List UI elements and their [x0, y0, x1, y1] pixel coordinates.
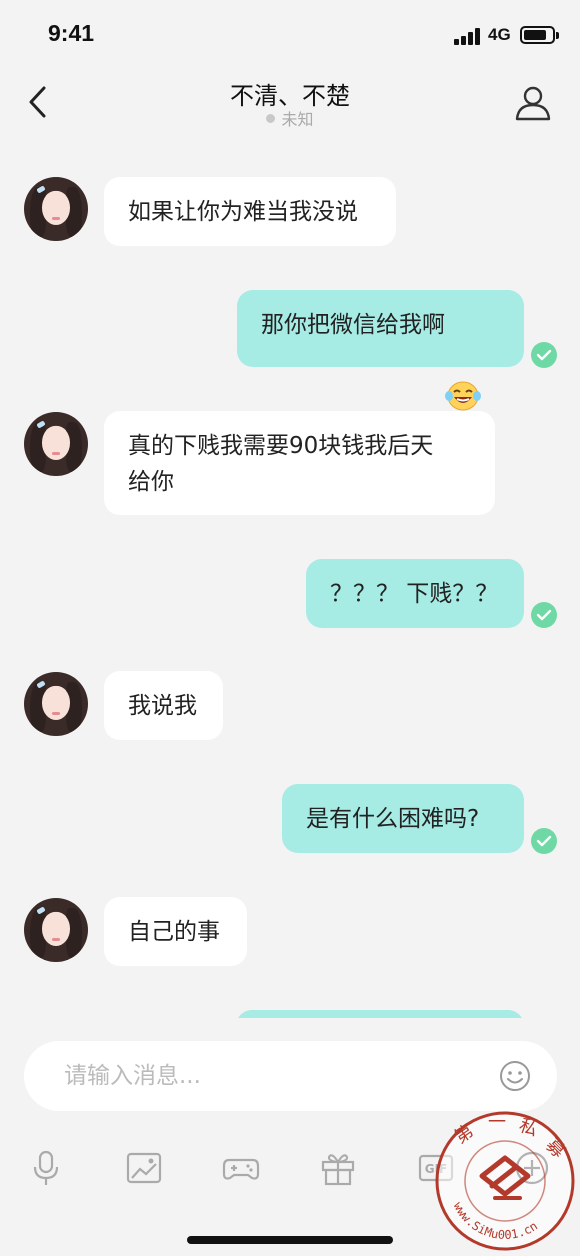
profile-button[interactable]: [514, 84, 552, 122]
outgoing-message[interactable]: ？？？ 下贱？？: [306, 559, 524, 628]
contact-avatar[interactable]: [24, 177, 88, 241]
image-icon: [126, 1152, 162, 1184]
contact-avatar[interactable]: [24, 412, 88, 476]
read-receipt-icon: [531, 828, 557, 854]
outgoing-message-partial[interactable]: [236, 1010, 524, 1018]
contact-avatar[interactable]: [24, 898, 88, 962]
watermark-stamp: 第 一 私 募 www.SiMu001.cn: [430, 1106, 580, 1256]
photo-button[interactable]: [124, 1148, 164, 1188]
contact-status-label: 未知: [281, 110, 314, 129]
incoming-message[interactable]: 如果让你为难当我没说: [104, 177, 396, 246]
contact-avatar[interactable]: [24, 672, 88, 736]
status-bar: 9:41 4G: [0, 0, 580, 70]
read-receipt-icon: [531, 342, 557, 368]
status-dot-icon: [266, 114, 276, 123]
signal-icon: [454, 27, 482, 45]
gift-icon: [321, 1154, 355, 1186]
status-time: 9:41: [48, 20, 95, 46]
battery-icon: [520, 26, 559, 44]
outgoing-message[interactable]: 是有什么困难吗?: [282, 784, 524, 853]
user-icon: [515, 86, 551, 121]
incoming-message[interactable]: 我说我: [104, 671, 223, 740]
home-indicator[interactable]: [187, 1236, 393, 1244]
incoming-message[interactable]: 自己的事: [104, 897, 247, 966]
svg-text:一: 一: [488, 1112, 506, 1133]
contact-status: 未知: [0, 106, 580, 130]
composer: [24, 1041, 557, 1111]
read-receipt-icon: [531, 602, 557, 628]
network-type: 4G: [488, 25, 511, 44]
message-list[interactable]: 如果让你为难当我没说 那你把微信给我啊 真的下贱我需要90块钱我后天 给你 ？？…: [0, 140, 580, 1018]
emoji-button[interactable]: [499, 1060, 531, 1092]
chat-header: 不清、不楚 未知: [0, 70, 580, 140]
message-input[interactable]: [64, 1041, 484, 1111]
smiley-icon: [500, 1061, 530, 1091]
outgoing-message[interactable]: 那你把微信给我啊: [237, 290, 524, 410]
gift-button[interactable]: [318, 1148, 358, 1188]
game-button[interactable]: [221, 1148, 261, 1188]
gamepad-icon: [222, 1158, 260, 1180]
tears-of-joy-emoji-icon: [445, 308, 481, 410]
message-text: 那你把微信给我啊: [261, 312, 445, 338]
microphone-icon: [33, 1150, 59, 1185]
voice-button[interactable]: [26, 1148, 66, 1188]
incoming-message[interactable]: 真的下贱我需要90块钱我后天 给你: [104, 411, 495, 515]
